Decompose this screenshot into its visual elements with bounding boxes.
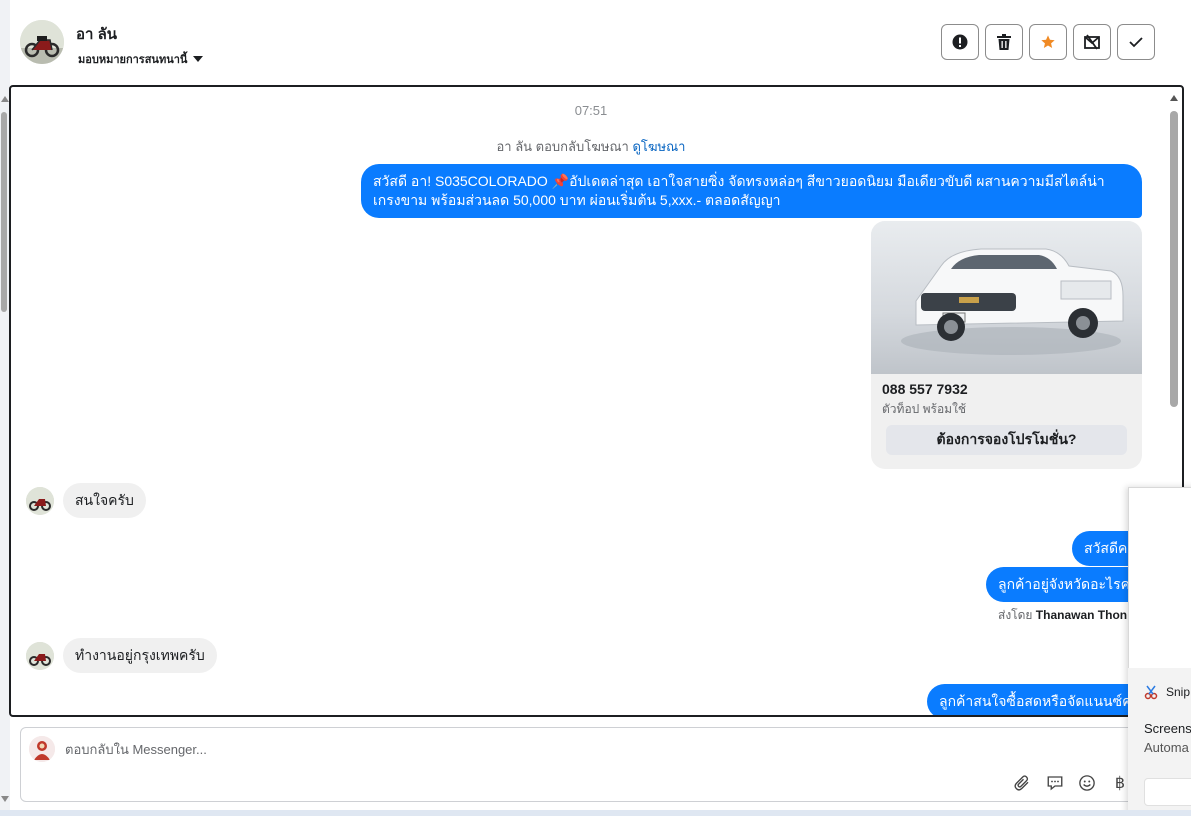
mark-alert-button[interactable] [941,24,979,60]
scroll-down-arrow-icon[interactable] [1,796,9,802]
spam-icon [1084,34,1100,50]
emoji-button[interactable] [1076,772,1098,794]
message-thread[interactable]: 07:51 อา ลัน ตอบกลับโฆษณา ดูโฆษณา สวัสดี… [9,85,1184,717]
star-button[interactable] [1029,24,1067,60]
assign-label: มอบหมายการสนทนานี้ [78,54,188,66]
reply-composer: ฿ [20,727,1140,802]
outgoing-message: สวัสดี อา! S035COLORADO 📌อัปเดตล่าสุด เอ… [361,164,1142,218]
toast-body: Automa [1144,740,1189,755]
assign-conversation-dropdown[interactable]: มอบหมายการสนทนานี้ [78,50,204,68]
card-title: 088 557 7932 [882,381,968,397]
baht-icon: ฿ [1114,775,1126,792]
conversation-header: อา ลัน มอบหมายการสนทนานี้ [10,0,1180,84]
spam-button[interactable] [1073,24,1111,60]
toast-app-name: Snip [1166,685,1191,699]
comment-icon [1047,776,1063,791]
card-subtitle: ตัวท็อป พร้อมใช้ [882,402,967,416]
reply-input[interactable] [65,742,965,757]
ad-reply-note: อา ลัน ตอบกลับโฆษณา ดูโฆษณา [11,136,1171,157]
toast-app-header: Snip [1144,684,1190,700]
contact-avatar[interactable] [20,20,64,64]
bottom-edge [0,810,1191,816]
ad-card[interactable]: 088 557 7932 ตัวท็อป พร้อมใช้ ต้องการจอง… [871,221,1142,469]
alert-icon [952,34,968,50]
check-icon [1129,37,1143,48]
sent-by-prefix: ส่งโดย [998,608,1033,622]
scroll-thumb[interactable] [1,112,7,312]
contact-avatar-small[interactable] [26,487,54,515]
attach-button[interactable] [1011,772,1033,794]
sent-by-label: ส่งโดย Thanawan Thon [998,606,1127,625]
saved-replies-button[interactable] [1044,772,1066,794]
outgoing-message: ลูกค้าอยู่จังหวัดอะไรคะ [986,567,1150,602]
book-promotion-button[interactable]: ต้องการจองโปรโมชั่น? [886,425,1127,455]
header-actions [941,24,1155,60]
caret-down-icon [193,56,204,62]
car-photo [871,221,1142,374]
page-avatar [29,736,55,762]
star-icon [1041,35,1055,48]
toast-title: Screens [1144,721,1191,736]
delete-button[interactable] [985,24,1023,60]
chat-scroll-thumb[interactable] [1170,111,1178,407]
trash-icon [997,34,1011,50]
snipping-tool-icon [1144,685,1158,700]
contact-name: อา ลัน [76,26,118,43]
contact-avatar-small[interactable] [26,642,54,670]
outgoing-message: ลูกค้าสนใจซื้อสดหรือจัดแนนซ์คะ [927,684,1151,715]
view-ad-link[interactable]: ดูโฆษณา [632,139,685,154]
emoji-icon [1079,775,1095,791]
toast-action-button[interactable] [1144,778,1191,806]
sent-by-name: Thanawan Thon [1035,608,1128,622]
scroll-up-arrow-icon[interactable] [1170,95,1178,101]
scroll-up-arrow-icon[interactable] [1,96,9,102]
incoming-message: ทำงานอยู่กรุงเทพครับ [63,638,217,673]
attach-icon [1014,775,1029,791]
mark-done-button[interactable] [1117,24,1155,60]
incoming-message: สนใจครับ [63,483,146,518]
reply-note-text: อา ลัน ตอบกลับโฆษณา [496,139,629,154]
message-timestamp: 07:51 [574,103,608,118]
